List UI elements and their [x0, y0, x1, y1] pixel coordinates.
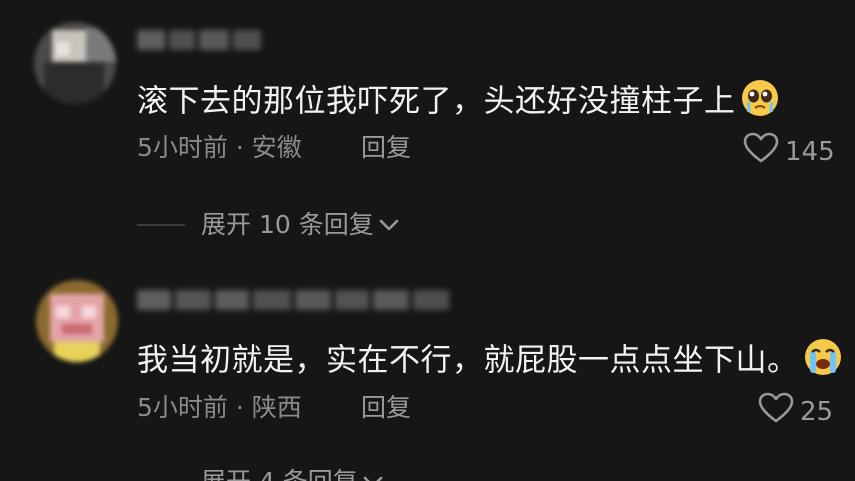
like-count: 25 — [800, 397, 834, 427]
chevron-down-icon — [362, 466, 384, 481]
comment-location: 陕西 — [251, 393, 302, 422]
comment-meta: 5小时前 · 陕西 — [137, 392, 302, 424]
expand-replies-label: 展开 4 条回复 — [201, 466, 358, 481]
reply-button[interactable]: 回复 — [361, 392, 411, 424]
crying-face-emoji — [803, 337, 843, 387]
comment-text: 我当初就是，实在不行，就屁股一点点坐下山。 — [137, 337, 843, 387]
heart-icon[interactable] — [758, 392, 794, 432]
like-button[interactable]: 25 — [758, 392, 833, 432]
avatar[interactable] — [36, 280, 118, 362]
meta-separator: · — [235, 393, 244, 422]
comment-item: 我当初就是，实在不行，就屁股一点点坐下山。 5小时前 · 陕西 回复 25 — [0, 0, 855, 481]
comment-text-content: 我当初就是，实在不行，就屁股一点点坐下山。 — [137, 342, 799, 379]
comment-time: 5小时前 — [137, 393, 228, 422]
expand-replies-button[interactable]: 展开 4 条回复 — [137, 466, 384, 481]
username[interactable] — [137, 290, 449, 310]
comment-list: 滚下去的那位我吓死了，头还好没撞柱子上 5小时前 · 安徽 回复 145 展开 … — [0, 0, 855, 481]
